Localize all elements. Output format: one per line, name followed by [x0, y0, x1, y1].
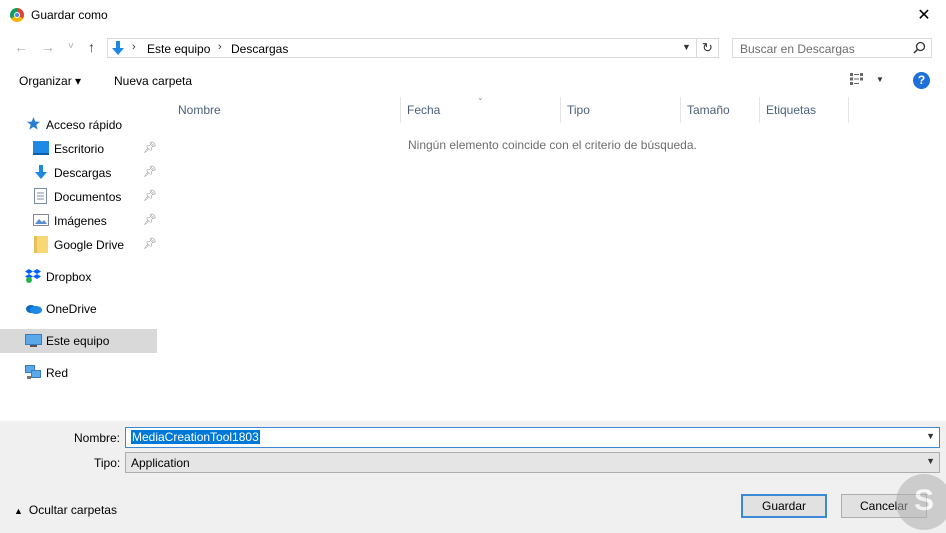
sidebar-item-este-equipo[interactable]: Este equipo: [25, 329, 155, 353]
up-arrow-icon[interactable]: ↑: [88, 39, 95, 55]
address-bar[interactable]: › Este equipo › Descargas ▼: [107, 38, 697, 58]
window-title: Guardar como: [31, 8, 108, 22]
downloads-icon: [33, 164, 49, 183]
computer-icon: [25, 334, 42, 351]
forward-arrow-icon[interactable]: →: [41, 39, 55, 55]
sidebar-item-quick-access[interactable]: Acceso rápido: [26, 113, 156, 137]
star-icon: [26, 116, 41, 134]
column-header-tamano[interactable]: Tamaño: [687, 103, 730, 117]
sidebar-item-documentos[interactable]: Documentos 📌︎: [33, 185, 158, 209]
sidebar-item-imagenes[interactable]: Imágenes 📌︎: [33, 209, 158, 233]
sort-caret-icon: ⌄: [477, 93, 484, 102]
sidebar-item-label: Dropbox: [46, 270, 92, 284]
breadcrumb-descargas[interactable]: Descargas: [231, 42, 288, 56]
watermark-logo: S: [896, 474, 946, 530]
pin-icon[interactable]: 📌︎: [143, 141, 157, 154]
organize-button[interactable]: Organizar ▾: [19, 74, 81, 88]
cloud-icon: [25, 303, 42, 317]
chevron-down-icon[interactable]: ▼: [926, 431, 935, 441]
column-header-nombre[interactable]: Nombre: [178, 103, 221, 117]
documents-icon: [34, 188, 47, 207]
sidebar-item-label: Escritorio: [54, 142, 105, 156]
breadcrumb-separator-icon: ›: [132, 41, 136, 53]
pin-icon[interactable]: 📌︎: [143, 189, 157, 202]
column-divider[interactable]: [560, 97, 561, 123]
filetype-label: Tipo:: [94, 456, 121, 470]
sidebar-item-descargas[interactable]: Descargas 📌︎: [33, 161, 158, 185]
column-divider[interactable]: [680, 97, 681, 123]
column-header-fecha[interactable]: Fecha: [407, 103, 440, 117]
chevron-up-icon: ▲: [14, 506, 23, 516]
chrome-icon: [10, 8, 24, 22]
sidebar-item-label: Este equipo: [46, 334, 110, 348]
search-placeholder: Buscar en Descargas: [740, 42, 855, 56]
pin-icon[interactable]: 📌︎: [143, 237, 157, 250]
back-arrow-icon[interactable]: ←: [14, 39, 28, 55]
title-bar: [0, 0, 946, 31]
refresh-button[interactable]: ↻: [697, 38, 719, 58]
recent-locations-icon[interactable]: ˅: [68, 41, 74, 52]
sidebar-item-label: OneDrive: [46, 302, 97, 316]
sidebar-item-google-drive[interactable]: Google Drive 📌︎: [33, 233, 158, 257]
pictures-icon: [33, 214, 49, 229]
breadcrumb-este-equipo[interactable]: Este equipo: [147, 42, 210, 56]
sidebar-item-label: Documentos: [54, 190, 122, 204]
filetype-select[interactable]: Application ▼: [125, 452, 940, 473]
sidebar-item-dropbox[interactable]: Dropbox: [25, 265, 155, 289]
sidebar-item-label: Imágenes: [54, 214, 107, 228]
view-options-icon[interactable]: [850, 73, 868, 88]
sidebar-item-label: Red: [46, 366, 69, 380]
network-icon: [25, 365, 41, 383]
sidebar-item-label: Descargas: [54, 166, 112, 180]
filename-input[interactable]: MediaCreationTool1803 ▼: [125, 427, 940, 448]
column-divider[interactable]: [759, 97, 760, 123]
column-divider[interactable]: [400, 97, 401, 123]
breadcrumb-separator-icon: ›: [218, 41, 222, 53]
chevron-down-icon[interactable]: ▼: [682, 42, 691, 52]
column-divider[interactable]: [848, 97, 849, 123]
filetype-value: Application: [131, 456, 190, 470]
hide-folders-toggle[interactable]: ▲ Ocultar carpetas: [14, 503, 117, 517]
folder-icon: [34, 236, 48, 256]
pin-icon[interactable]: 📌︎: [143, 165, 157, 178]
downloads-folder-icon: [110, 40, 126, 59]
column-header-etiquetas[interactable]: Etiquetas: [766, 103, 816, 117]
column-header-tipo[interactable]: Tipo: [567, 103, 590, 117]
search-input[interactable]: Buscar en Descargas: [732, 38, 932, 58]
search-icon: [913, 41, 926, 57]
help-icon[interactable]: ?: [913, 72, 930, 89]
chevron-down-icon[interactable]: ▼: [926, 456, 935, 466]
sidebar-item-red[interactable]: Red: [25, 361, 155, 385]
close-button[interactable]: ✕: [912, 6, 936, 26]
hide-folders-label: Ocultar carpetas: [28, 503, 117, 517]
sidebar-item-label: Acceso rápido: [46, 118, 123, 132]
new-folder-button[interactable]: Nueva carpeta: [114, 74, 192, 88]
pin-icon[interactable]: 📌︎: [143, 213, 157, 226]
filename-value: MediaCreationTool1803: [131, 430, 260, 444]
desktop-icon: [33, 141, 49, 158]
sidebar-item-onedrive[interactable]: OneDrive: [25, 297, 155, 321]
empty-results-message: Ningún elemento coincide con el criterio…: [408, 138, 697, 152]
dropbox-icon: [25, 268, 41, 286]
filename-label: Nombre:: [74, 431, 121, 445]
sidebar-item-escritorio[interactable]: Escritorio 📌︎: [33, 137, 158, 161]
chevron-down-icon[interactable]: ▼: [876, 75, 884, 84]
save-button[interactable]: Guardar: [741, 494, 827, 518]
sidebar-item-label: Google Drive: [54, 238, 125, 252]
